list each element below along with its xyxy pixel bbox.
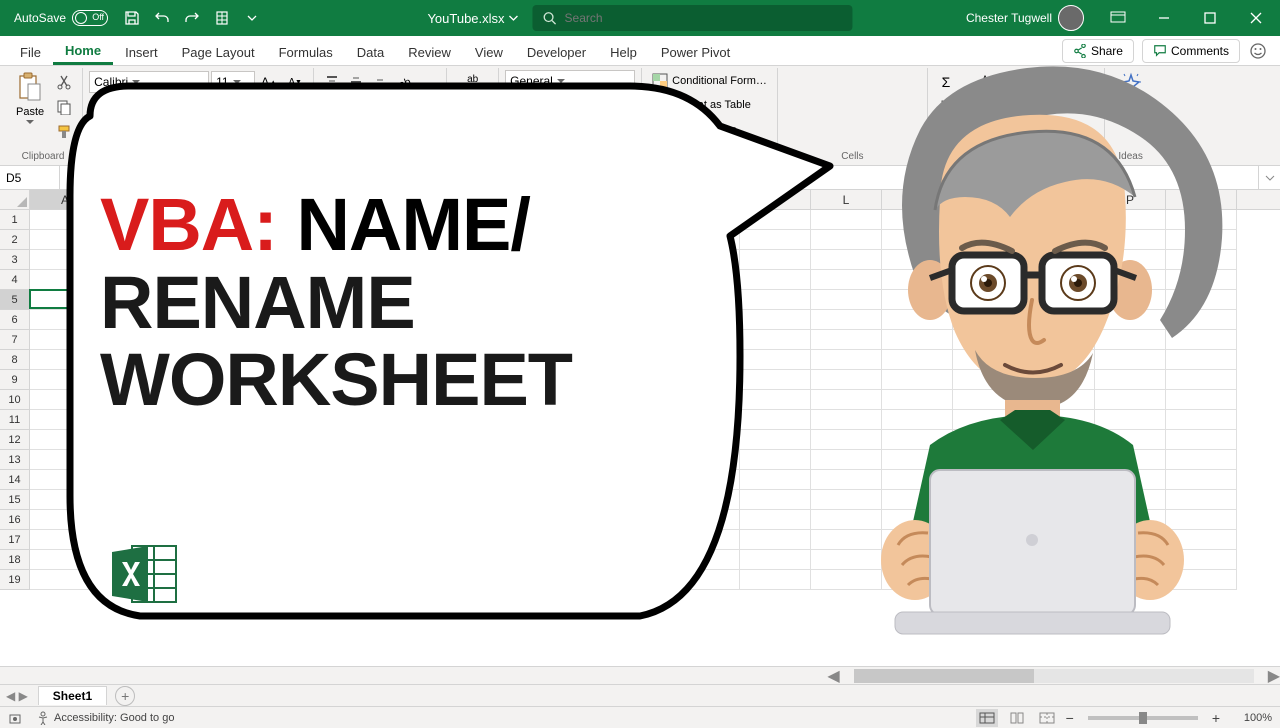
tab-help[interactable]: Help xyxy=(598,39,649,65)
tab-page-layout[interactable]: Page Layout xyxy=(170,39,267,65)
row-header-7[interactable]: 7 xyxy=(0,330,29,350)
save-icon[interactable] xyxy=(118,4,146,32)
bubble-text-3: WORKSHEET xyxy=(100,341,730,419)
status-bar: Accessibility: Good to go − + 100% xyxy=(0,706,1280,728)
excel-logo-icon xyxy=(110,542,180,606)
cartoon-avatar xyxy=(780,0,1270,700)
row-header-10[interactable]: 10 xyxy=(0,390,29,410)
zoom-slider[interactable] xyxy=(1088,716,1198,720)
page-layout-view-icon[interactable] xyxy=(1006,709,1028,727)
row-header-13[interactable]: 13 xyxy=(0,450,29,470)
row-header-8[interactable]: 8 xyxy=(0,350,29,370)
autosave-label: AutoSave xyxy=(14,11,66,25)
undo-icon[interactable] xyxy=(148,4,176,32)
row-header-12[interactable]: 12 xyxy=(0,430,29,450)
row-header-17[interactable]: 17 xyxy=(0,530,29,550)
row-header-16[interactable]: 16 xyxy=(0,510,29,530)
row-header-1[interactable]: 1 xyxy=(0,210,29,230)
tab-insert[interactable]: Insert xyxy=(113,39,170,65)
row-header-14[interactable]: 14 xyxy=(0,470,29,490)
sheet-nav[interactable]: ◀ ▶ xyxy=(6,689,28,703)
tab-data[interactable]: Data xyxy=(345,39,396,65)
accessibility-status[interactable]: Accessibility: Good to go xyxy=(36,711,174,725)
row-header-18[interactable]: 18 xyxy=(0,550,29,570)
row-header-11[interactable]: 11 xyxy=(0,410,29,430)
row-header-19[interactable]: 19 xyxy=(0,570,29,590)
accessibility-icon xyxy=(36,711,50,725)
zoom-out-icon[interactable]: − xyxy=(1066,710,1074,726)
select-all-corner[interactable] xyxy=(0,190,30,209)
row-header-2[interactable]: 2 xyxy=(0,230,29,250)
tab-view[interactable]: View xyxy=(463,39,515,65)
tab-file[interactable]: File xyxy=(8,39,53,65)
document-name[interactable]: YouTube.xlsx xyxy=(427,11,518,26)
doc-dropdown-icon xyxy=(509,13,519,23)
bubble-text-2: RENAME xyxy=(100,264,730,342)
page-break-view-icon[interactable] xyxy=(1036,709,1058,727)
tab-formulas[interactable]: Formulas xyxy=(267,39,345,65)
autosave-toggle[interactable]: AutoSave Off xyxy=(6,10,116,26)
row-header-4[interactable]: 4 xyxy=(0,270,29,290)
tab-home[interactable]: Home xyxy=(53,37,113,65)
tab-developer[interactable]: Developer xyxy=(515,39,598,65)
touch-mode-icon[interactable] xyxy=(208,4,236,32)
row-header-5[interactable]: 5 xyxy=(0,290,29,310)
row-header-15[interactable]: 15 xyxy=(0,490,29,510)
row-header-6[interactable]: 6 xyxy=(0,310,29,330)
tab-review[interactable]: Review xyxy=(396,39,463,65)
bubble-text-1: NAME/ xyxy=(277,183,530,266)
search-icon xyxy=(543,11,557,25)
add-sheet-button[interactable]: + xyxy=(115,686,135,706)
bubble-vba-text: VBA: xyxy=(100,183,277,266)
speech-bubble: VBA: NAME/ RENAME WORKSHEET xyxy=(40,76,770,636)
zoom-in-icon[interactable]: + xyxy=(1212,710,1220,726)
zoom-level[interactable]: 100% xyxy=(1228,712,1272,724)
macro-record-icon[interactable] xyxy=(8,711,22,725)
tab-power-pivot[interactable]: Power Pivot xyxy=(649,39,742,65)
normal-view-icon[interactable] xyxy=(976,709,998,727)
row-header-3[interactable]: 3 xyxy=(0,250,29,270)
redo-icon[interactable] xyxy=(178,4,206,32)
qat-customize-icon[interactable] xyxy=(238,4,266,32)
sheet-tab-sheet1[interactable]: Sheet1 xyxy=(38,686,107,705)
row-header-9[interactable]: 9 xyxy=(0,370,29,390)
